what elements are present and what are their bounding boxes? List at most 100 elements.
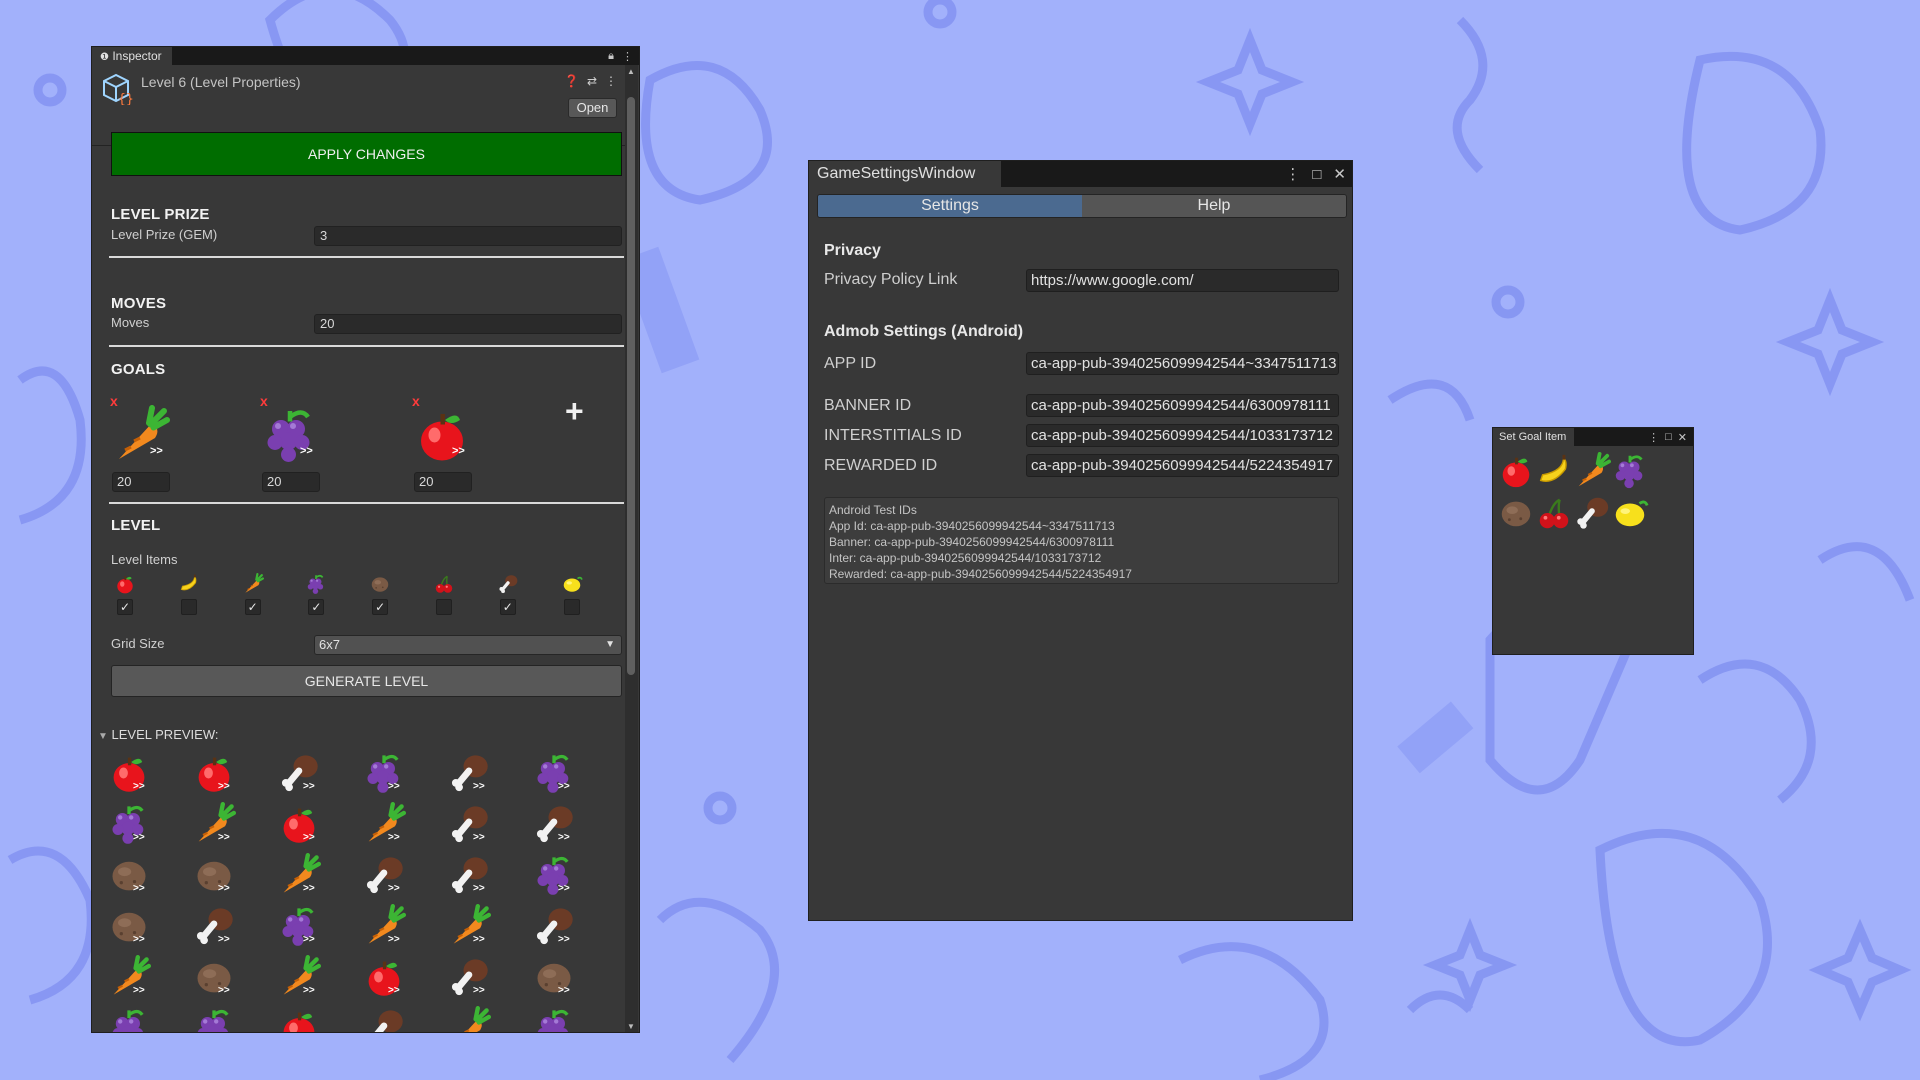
interstitials-id-input[interactable]: ca-app-pub-3940256099942544/1033173712 (1026, 424, 1339, 447)
level-prize-label: Level Prize (GEM) (111, 227, 218, 242)
drumstick-icon[interactable] (1573, 494, 1611, 534)
goal-item: x >> 20 (110, 393, 180, 492)
preview-cell: >> (532, 955, 576, 999)
scrollbar-thumb[interactable] (627, 97, 635, 675)
level-item-checkbox[interactable] (180, 599, 197, 615)
moves-label: Moves (111, 315, 150, 330)
preview-cell: >> (107, 751, 151, 795)
inspector-window: ❶ Inspector 🔒︎ ⋮ {} Level 6 (Level Prope… (91, 46, 640, 1033)
preset-icon[interactable]: ⇄ (587, 74, 597, 88)
lemon-icon[interactable] (1611, 494, 1649, 534)
preview-arrow-label: >> (473, 781, 485, 792)
level-item-checkbox[interactable]: ✓ (244, 599, 261, 615)
scroll-down-icon[interactable]: ▼ (627, 1022, 635, 1031)
open-button[interactable]: Open (568, 98, 617, 118)
apple-icon[interactable] (1497, 452, 1535, 492)
rewarded-id-label: REWARDED ID (824, 457, 938, 474)
close-icon[interactable]: ✕ (1333, 165, 1346, 183)
preview-arrow-label: >> (558, 883, 570, 894)
grape-icon[interactable] (1611, 452, 1649, 492)
scroll-up-icon[interactable]: ▲ (627, 67, 635, 76)
lock-icon[interactable]: 🔒︎ (608, 50, 614, 63)
add-goal-button[interactable]: + (565, 393, 584, 430)
level-items-label: Level Items (111, 552, 178, 567)
level-item-toggle: ✓ (367, 573, 393, 615)
admob-heading: Admob Settings (Android) (824, 323, 1024, 340)
goal-arrow-label: >> (150, 445, 163, 457)
inspector-tab-label: Inspector (112, 49, 162, 63)
inspector-scrollbar[interactable]: ▲ ▼ (625, 65, 638, 1032)
preview-cell: >> (362, 853, 406, 897)
preview-arrow-label: >> (133, 832, 145, 843)
generate-level-button[interactable]: GENERATE LEVEL (111, 665, 622, 697)
settings-tab-group: Settings Help (817, 194, 1347, 218)
carrot-icon[interactable] (1573, 452, 1611, 492)
level-item-toggle (176, 573, 202, 615)
potato-icon[interactable] (1497, 494, 1535, 534)
goal-arrow-label: >> (452, 445, 465, 457)
maximize-icon[interactable]: □ (1665, 431, 1672, 443)
preview-cell: >> (447, 802, 491, 846)
goal-count-input[interactable]: 20 (112, 472, 170, 492)
level-preview-foldout[interactable]: ▼ LEVEL PREVIEW: (98, 727, 218, 742)
preview-cell: >> (277, 853, 321, 897)
grid-size-dropdown[interactable]: 6x7 ▼ (314, 635, 622, 655)
level-item-checkbox[interactable]: ✓ (499, 599, 516, 615)
help-line: Rewarded: ca-app-pub-3940256099942544/52… (829, 567, 1132, 581)
preview-cell: >> (192, 1006, 236, 1032)
help-icon[interactable]: ❓ (564, 74, 579, 88)
level-item-checkbox[interactable]: ✓ (372, 599, 389, 615)
preview-arrow-label: >> (303, 934, 315, 945)
interstitials-id-label: INTERSTITIALS ID (824, 427, 962, 444)
maximize-icon[interactable]: □ (1312, 166, 1321, 183)
privacy-heading: Privacy (824, 242, 881, 259)
moves-input[interactable]: 20 (314, 314, 622, 334)
preview-cell: >> (192, 802, 236, 846)
preview-cell: >> (277, 904, 321, 948)
preview-cell: >> (362, 751, 406, 795)
preview-arrow-label: >> (558, 985, 570, 996)
kebab-menu-icon[interactable]: ⋮ (622, 50, 633, 63)
preview-arrow-label: >> (133, 934, 145, 945)
level-item-checkbox[interactable] (563, 599, 580, 615)
apply-changes-button[interactable]: APPLY CHANGES (111, 132, 622, 176)
banana-icon (178, 573, 200, 595)
goal-count-input[interactable]: 20 (414, 472, 472, 492)
preview-arrow-label: >> (218, 832, 230, 843)
close-icon[interactable]: ✕ (1678, 431, 1687, 444)
preview-cell: >> (362, 955, 406, 999)
divider (109, 502, 624, 504)
app-id-input[interactable]: ca-app-pub-3940256099942544~3347511713 (1026, 352, 1339, 375)
preview-arrow-label: >> (388, 985, 400, 996)
level-prize-input[interactable]: 3 (314, 226, 622, 246)
preview-cell: >> (447, 955, 491, 999)
goal-item: x >> 20 (412, 393, 482, 492)
kebab-menu-icon[interactable]: ⋮ (605, 74, 617, 88)
goal-count-input[interactable]: 20 (262, 472, 320, 492)
banana-icon[interactable] (1535, 452, 1573, 492)
level-item-checkbox[interactable]: ✓ (308, 599, 325, 615)
kebab-menu-icon[interactable]: ⋮ (1648, 431, 1659, 444)
privacy-policy-input[interactable]: https://www.google.com/ (1026, 269, 1339, 292)
game-settings-tab[interactable]: GameSettingsWindow (809, 161, 1001, 187)
game-settings-tabbar: GameSettingsWindow ⋮ □ ✕ (809, 161, 1352, 187)
kebab-menu-icon[interactable]: ⋮ (1285, 165, 1300, 183)
set-goal-tab[interactable]: Set Goal Item (1493, 428, 1575, 446)
help-line: Android Test IDs (829, 503, 917, 517)
divider (109, 345, 624, 347)
level-item-checkbox[interactable] (436, 599, 452, 615)
inspector-tab[interactable]: ❶ Inspector (92, 47, 172, 65)
rewarded-id-input[interactable]: ca-app-pub-3940256099942544/5224354917 (1026, 454, 1339, 477)
banner-id-input[interactable]: ca-app-pub-3940256099942544/6300978111 (1026, 394, 1339, 417)
level-item-toggle: ✓ (303, 573, 329, 615)
preview-arrow-label: >> (388, 883, 400, 894)
level-item-checkbox[interactable]: ✓ (117, 599, 133, 615)
tab-settings[interactable]: Settings (818, 195, 1082, 217)
banner-id-label: BANNER ID (824, 397, 912, 414)
tab-help[interactable]: Help (1082, 195, 1346, 217)
cherry-icon[interactable] (1535, 494, 1573, 534)
preview-cell: >> (532, 1006, 576, 1032)
preview-cell: >> (447, 904, 491, 948)
preview-cell: >> (277, 955, 321, 999)
preview-arrow-label: >> (388, 934, 400, 945)
